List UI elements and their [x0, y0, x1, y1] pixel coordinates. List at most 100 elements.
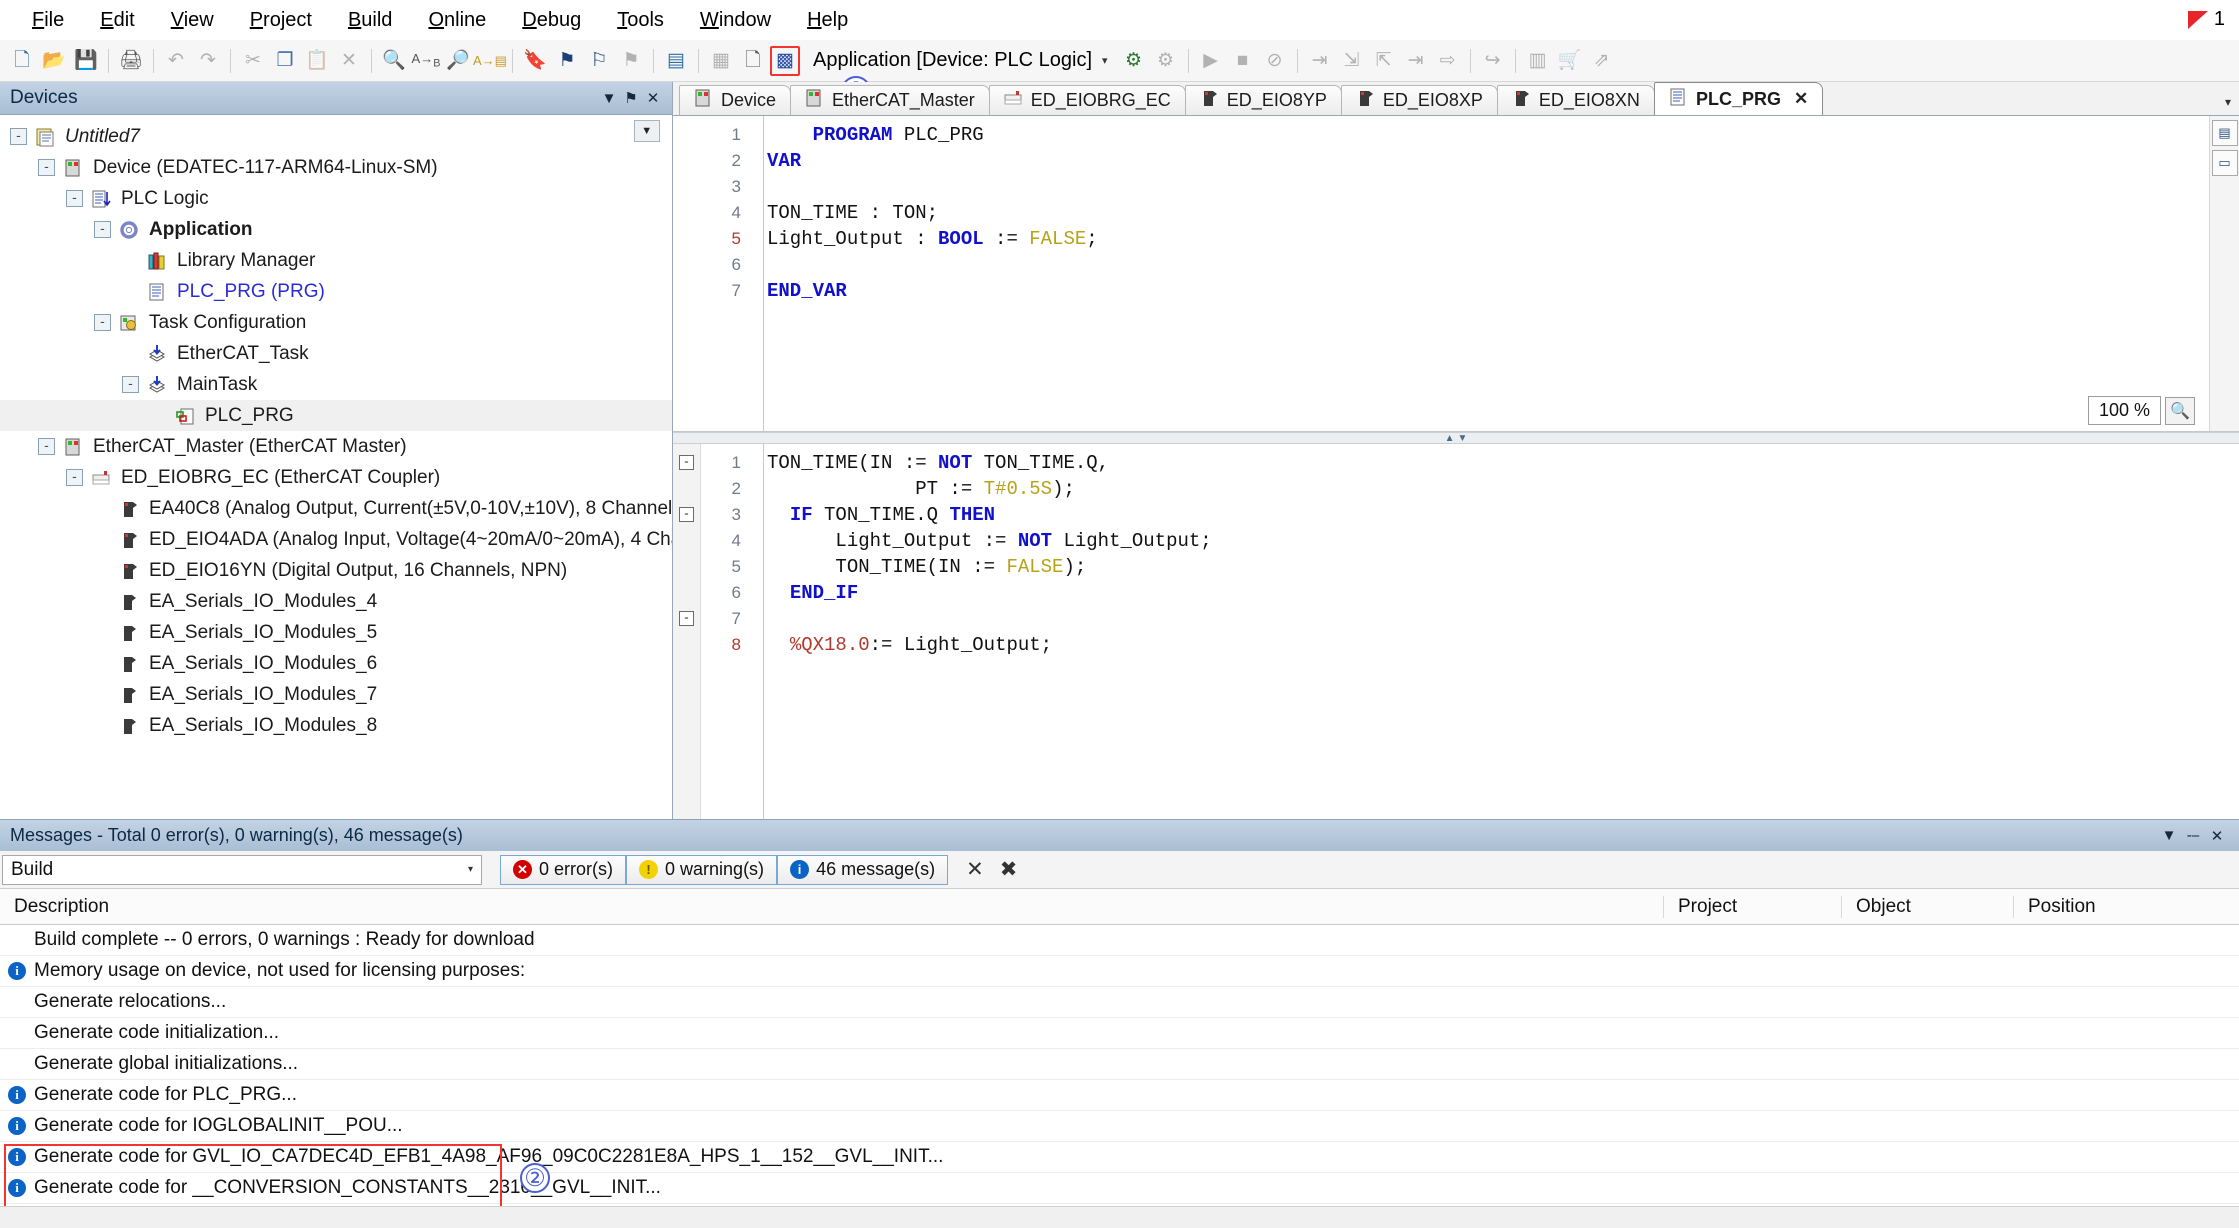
tree-item-ea40c8[interactable]: EA40C8 (Analog Output, Current(±5V,0-10V… — [0, 493, 672, 524]
start-icon[interactable]: ▶ — [1196, 46, 1226, 76]
tree-expander[interactable]: - — [66, 469, 83, 486]
error-filter[interactable]: ✕ 0 error(s) — [500, 854, 627, 885]
open-project-icon[interactable]: 📂 — [39, 46, 69, 76]
pin-icon[interactable]: ‑⎯ — [2181, 827, 2205, 844]
tree-item-ethercat_master[interactable]: - EtherCAT_Master (EtherCAT Master) — [0, 431, 672, 462]
splitter-down-icon[interactable]: ▼ — [1458, 433, 1468, 444]
save-project-icon[interactable]: 💾 — [71, 46, 101, 76]
tree-item-ed_eio16yn[interactable]: ED_EIO16YN (Digital Output, 16 Channels,… — [0, 555, 672, 586]
tree-item-ea_serials_io_modules_6[interactable]: EA_Serials_IO_Modules_6 — [0, 648, 672, 679]
tree-item-application[interactable]: - Application — [0, 214, 672, 245]
chevron-down-icon[interactable]: ▾ — [1100, 54, 1118, 67]
menu-debug[interactable]: Debug — [504, 6, 599, 35]
code-line[interactable]: -3 IF TON_TIME.Q THEN — [673, 502, 2239, 528]
fold-toggle-icon[interactable]: - — [679, 611, 694, 626]
code-line[interactable]: 7 END_VAR — [673, 278, 2239, 304]
zoom-icon[interactable]: 🔍 — [2165, 396, 2195, 425]
message-row[interactable]: Generate code initialization... — [0, 1018, 2239, 1049]
print-icon[interactable]: 🖨 — [116, 46, 146, 76]
delete-icon[interactable]: ✕ — [334, 46, 364, 76]
code-line[interactable]: 8 %QX18.0:= Light_Output; — [673, 632, 2239, 658]
tree-expander[interactable]: - — [122, 376, 139, 393]
declaration-lines[interactable]: 1 PROGRAM PLC_PRG 2 VAR 3 4 TON_TIME : TON; 5 L… — [673, 116, 2239, 431]
bookmark-icon[interactable]: 🔖 — [520, 46, 550, 76]
code-line[interactable]: 6 END_IF — [673, 580, 2239, 606]
editor-splitter[interactable]: ▲ ▼ — [673, 432, 2239, 444]
code-line[interactable]: 6 — [673, 252, 2239, 278]
tab-plc_prg[interactable]: PLC_PRG ✕ — [1653, 82, 1824, 115]
tab-overflow-icon[interactable]: ▾ — [2225, 95, 2231, 109]
find-in-project-icon[interactable]: 🔎 — [443, 46, 473, 76]
tree-item-ea_serials_io_modules_5[interactable]: EA_Serials_IO_Modules_5 — [0, 617, 672, 648]
code-line[interactable]: 3 — [673, 174, 2239, 200]
tree-item-ed_eiobrg_ec[interactable]: - ED_EIOBRG_EC (EtherCAT Coupler) — [0, 462, 672, 493]
tree-item-ed_eio4ada[interactable]: ED_EIO4ADA (Analog Input, Voltage(4~20mA… — [0, 524, 672, 555]
tab-ed_eio8yp[interactable]: ED_EIO8YP — [1184, 85, 1342, 115]
code-line[interactable]: 5 TON_TIME(IN := FALSE); — [673, 554, 2239, 580]
menu-tools[interactable]: Tools — [599, 6, 682, 35]
cut-icon[interactable]: ✂ — [238, 46, 268, 76]
replace-icon[interactable]: A→B — [411, 46, 441, 76]
column-header-position[interactable]: Position — [2013, 895, 2239, 918]
declaration-table-view-icon[interactable]: ▤ — [2211, 120, 2238, 146]
tree-item-plc_prg[interactable]: PLC_PRG (PRG) — [0, 276, 672, 307]
message-row[interactable]: i Generate code for PLC_PRG... — [0, 1080, 2239, 1111]
implementation-editor[interactable]: -1 TON_TIME(IN := NOT TON_TIME.Q, 2 PT := … — [673, 444, 2239, 819]
message-row[interactable]: Generate relocations... — [0, 987, 2239, 1018]
message-row[interactable]: Build complete -- 0 errors, 0 warnings :… — [0, 925, 2239, 956]
menu-file[interactable]: File — [14, 6, 82, 35]
column-header-project[interactable]: Project — [1663, 895, 1841, 918]
message-row[interactable]: Generate global initializations... — [0, 1049, 2239, 1080]
logout-icon[interactable]: ⚙ — [1151, 46, 1181, 76]
code-line[interactable]: 2 PT := T#0.5S); — [673, 476, 2239, 502]
clear-bookmarks-icon[interactable]: ⚑ — [616, 46, 646, 76]
tree-item-ea_serials_io_modules_4[interactable]: EA_Serials_IO_Modules_4 — [0, 586, 672, 617]
tree-expander[interactable]: - — [94, 221, 111, 238]
splitter-up-icon[interactable]: ▲ — [1445, 433, 1455, 444]
close-icon[interactable]: ✕ — [2205, 827, 2229, 845]
column-header-description[interactable]: Description — [0, 896, 1663, 918]
tree-item-untitled7[interactable]: - Untitled7 — [0, 121, 672, 152]
replace-in-project-icon[interactable]: A→▤ — [473, 46, 507, 76]
chevron-down-icon[interactable]: ▼ — [2157, 827, 2181, 844]
pin-icon[interactable]: ⚑ — [620, 89, 642, 107]
menu-edit[interactable]: Edit — [82, 6, 152, 35]
tab-close-icon[interactable]: ✕ — [1794, 89, 1808, 109]
message-filter[interactable]: i 46 message(s) — [777, 854, 949, 885]
tab-ed_eio8xp[interactable]: ED_EIO8XP — [1340, 85, 1498, 115]
tree-expander[interactable]: - — [10, 128, 27, 145]
menu-build[interactable]: Build — [330, 6, 410, 35]
code-line[interactable]: 4 TON_TIME : TON; — [673, 200, 2239, 226]
message-row[interactable]: i Generate code for __CONVERSION_CONSTANT… — [0, 1173, 2239, 1204]
message-row[interactable]: iGenerate code for IOCONFIGBEFORETASK_2.… — [0, 1204, 2239, 1206]
warning-filter[interactable]: ! 0 warning(s) — [626, 854, 778, 885]
declaration-editor[interactable]: 1 PROGRAM PLC_PRG 2 VAR 3 4 TON_TIME : TON; 5 L… — [673, 116, 2239, 432]
build-icon[interactable]: ▩ — [770, 45, 800, 76]
tree-expander[interactable]: - — [66, 190, 83, 207]
tree-expander[interactable]: - — [94, 314, 111, 331]
clear-messages-icon[interactable]: ✕ — [966, 857, 984, 882]
fold-toggle-icon[interactable]: - — [679, 507, 694, 522]
chevron-down-icon[interactable]: ▼ — [598, 90, 620, 107]
code-line[interactable]: 2 VAR — [673, 148, 2239, 174]
code-line[interactable]: -1 TON_TIME(IN := NOT TON_TIME.Q, — [673, 450, 2239, 476]
code-line[interactable]: 5 Light_Output : BOOL := FALSE; — [673, 226, 2239, 252]
code-line[interactable]: 4 Light_Output := NOT Light_Output; — [673, 528, 2239, 554]
next-bookmark-icon[interactable]: ⚐ — [584, 46, 614, 76]
implementation-lines[interactable]: -1 TON_TIME(IN := NOT TON_TIME.Q, 2 PT := … — [673, 444, 2239, 819]
tree-item-plc_prg[interactable]: PLC_PRG — [0, 400, 672, 431]
tree-item-ea_serials_io_modules_7[interactable]: EA_Serials_IO_Modules_7 — [0, 679, 672, 710]
redo-icon[interactable]: ↷ — [193, 46, 223, 76]
step-over-icon[interactable]: ⇥ — [1305, 46, 1335, 76]
step-out-icon[interactable]: ⇱ — [1369, 46, 1399, 76]
menu-help[interactable]: Help — [789, 6, 866, 35]
paste-icon[interactable]: 📋 — [302, 46, 332, 76]
undo-icon[interactable]: ↶ — [161, 46, 191, 76]
column-header-object[interactable]: Object — [1841, 895, 2013, 918]
tree-item-library[interactable]: Library Manager — [0, 245, 672, 276]
write-values-icon[interactable]: ⇗ — [1587, 46, 1617, 76]
tree-expander[interactable]: - — [38, 159, 55, 176]
zoom-level-value[interactable]: 100 % — [2087, 396, 2161, 425]
watch-icon[interactable]: ▥ — [1523, 46, 1553, 76]
menu-project[interactable]: Project — [232, 6, 330, 35]
